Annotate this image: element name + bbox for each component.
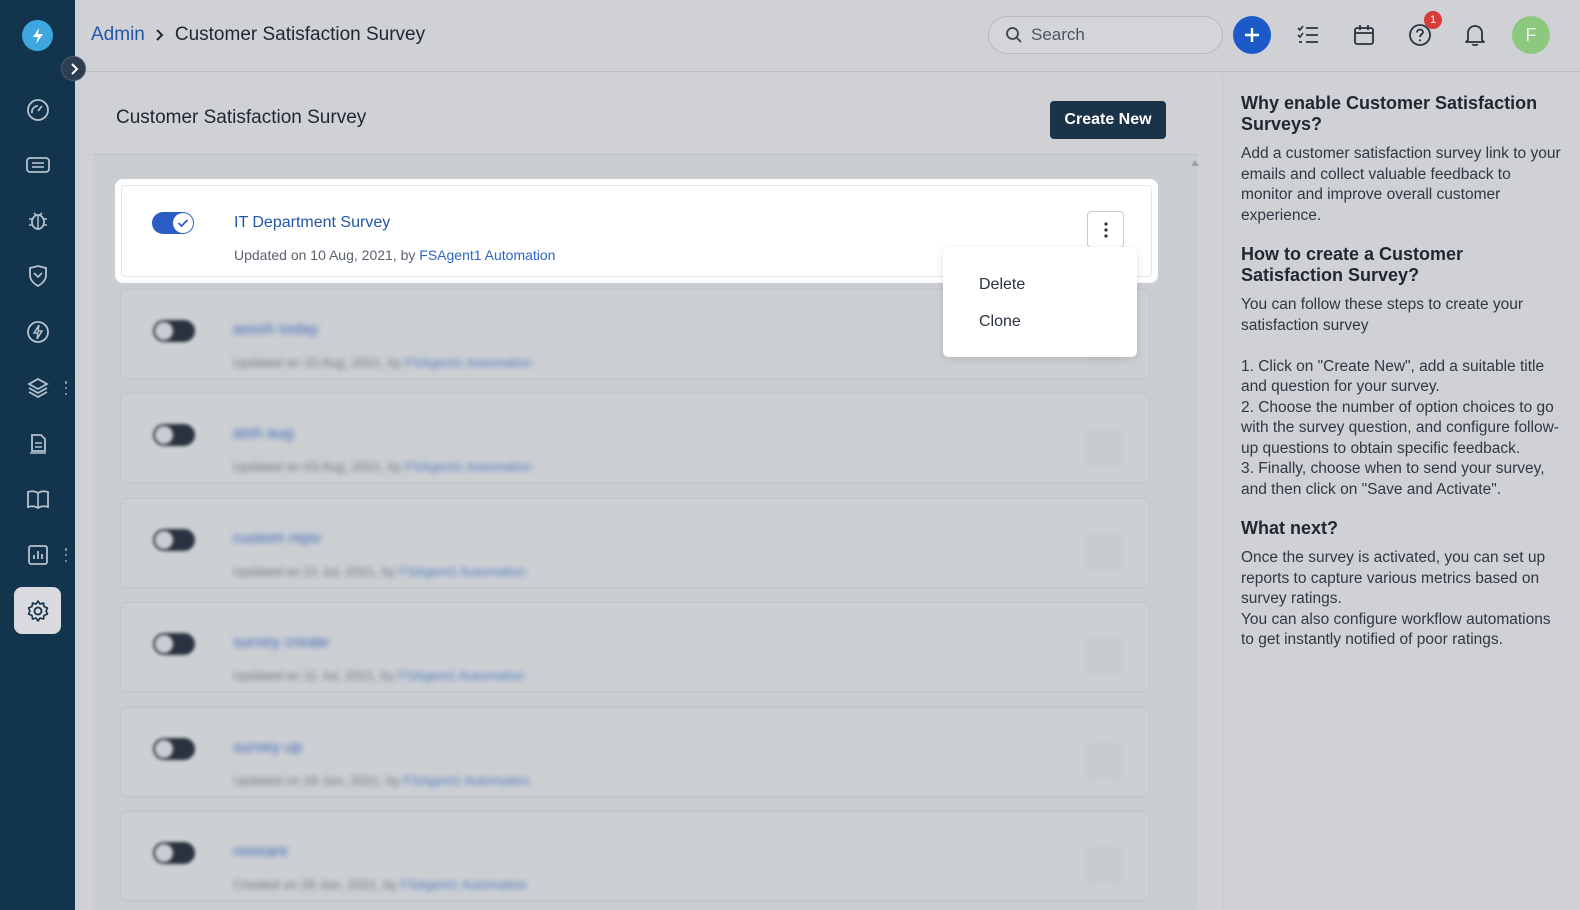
gear-icon <box>27 599 48 622</box>
survey-toggle[interactable] <box>153 633 195 655</box>
survey-enabled-toggle[interactable] <box>152 212 194 234</box>
help-panel: Why enable Customer Satisfaction Surveys… <box>1222 73 1580 910</box>
sidebar-item-assets[interactable] <box>14 364 61 411</box>
check-icon <box>177 219 189 228</box>
sidebar-item-analytics[interactable] <box>14 531 61 578</box>
survey-meta: Updated on 10 Aug, 2021, by FSAgent1 Aut… <box>233 355 532 370</box>
survey-row[interactable]: reeeare Created on 28 Jun, 2021, by FSAg… <box>120 811 1150 901</box>
survey-more-button[interactable] <box>1087 211 1124 248</box>
layers-icon <box>26 377 49 398</box>
dashboard-gauge-icon <box>26 98 49 121</box>
chevron-right-icon <box>70 62 78 75</box>
survey-toggle[interactable] <box>153 320 195 342</box>
bell-icon <box>1465 25 1485 47</box>
page-title: Customer Satisfaction Survey <box>116 107 367 128</box>
create-new-button[interactable]: Create New <box>1050 101 1166 139</box>
sidebar <box>0 0 86 910</box>
help-button[interactable]: 1 <box>1401 11 1442 54</box>
toggle-knob <box>173 213 193 233</box>
plus-icon <box>1245 28 1259 42</box>
calendar-icon <box>1354 25 1374 45</box>
bug-icon <box>28 211 47 230</box>
survey-more-button[interactable] <box>1086 429 1122 465</box>
survey-meta: Updated on 10 Aug, 2021, by FSAgent1 Aut… <box>234 247 556 263</box>
survey-title[interactable]: reeeare <box>233 843 288 861</box>
search-icon <box>1006 27 1022 43</box>
sidebar-item-admin[interactable] <box>14 587 61 634</box>
quick-create-button[interactable] <box>1233 16 1271 54</box>
menu-item-delete[interactable]: Delete <box>979 276 1025 294</box>
survey-title[interactable]: survey up <box>233 739 302 757</box>
survey-row[interactable]: survey create Updated on 11 Jul, 2021, b… <box>120 602 1150 692</box>
freshservice-logo-icon[interactable] <box>22 20 53 51</box>
scroll-up-arrow-icon[interactable] <box>1191 160 1199 166</box>
survey-actions-menu: Delete Clone <box>943 247 1137 357</box>
dropdown-list: Delete Clone <box>947 251 1133 353</box>
help-heading-why: Why enable Customer Satisfaction Surveys… <box>1241 93 1538 134</box>
main-header: Customer Satisfaction Survey Create New <box>93 85 1198 155</box>
chevron-right-icon <box>155 28 165 42</box>
sidebar-item-releases[interactable] <box>14 308 61 355</box>
survey-toggle[interactable] <box>153 842 195 864</box>
survey-more-button[interactable] <box>1086 743 1122 779</box>
sidebar-item-problems[interactable] <box>14 196 61 243</box>
help-text-why: Add a customer satisfaction survey link … <box>1241 145 1561 224</box>
survey-more-button[interactable] <box>1086 534 1122 570</box>
survey-title[interactable]: IT Department Survey <box>234 214 390 232</box>
top-header: Admin Customer Satisfaction Survey 1 F <box>75 0 1580 72</box>
survey-title[interactable]: custom repo <box>233 530 321 548</box>
survey-row[interactable]: custom repo Updated on 21 Jul, 2021, by … <box>120 498 1150 588</box>
survey-row[interactable]: aish aug Updated on 03 Aug, 2021, by FSA… <box>120 393 1150 483</box>
shield-icon <box>28 264 47 287</box>
book-icon <box>26 489 49 509</box>
survey-more-button[interactable] <box>1086 847 1122 883</box>
survey-agent-link[interactable]: FSAgent1 Automation <box>419 247 555 263</box>
help-heading-next: What next? <box>1241 518 1338 538</box>
survey-row[interactable]: survey up Updated on 29 Jun, 2021, by FS… <box>120 707 1150 797</box>
survey-title[interactable]: aish aug <box>233 425 294 443</box>
breadcrumb: Admin Customer Satisfaction Survey <box>91 24 425 46</box>
bar-chart-icon <box>27 544 48 565</box>
survey-title[interactable]: asssh today <box>233 321 318 339</box>
sidebar-analytics-more-icon[interactable] <box>63 548 69 562</box>
help-text-next: Once the survey is activated, you can se… <box>1241 549 1551 648</box>
survey-meta: Updated on 03 Aug, 2021, by FSAgent1 Aut… <box>233 459 532 474</box>
survey-toggle[interactable] <box>153 738 195 760</box>
help-notification-badge: 1 <box>1424 11 1442 29</box>
menu-item-clone[interactable]: Clone <box>979 313 1021 331</box>
lightning-icon <box>26 320 49 343</box>
sidebar-item-dashboard[interactable] <box>14 86 61 133</box>
survey-more-button[interactable] <box>1086 638 1122 674</box>
sidebar-item-tickets[interactable] <box>14 141 61 188</box>
survey-meta: Updated on 21 Jul, 2021, by FSAgent1 Aut… <box>233 564 526 579</box>
calendar-button[interactable] <box>1345 16 1383 54</box>
help-heading-how: How to create a Customer Satisfaction Su… <box>1241 244 1464 285</box>
sidebar-item-projects[interactable] <box>14 420 61 467</box>
todo-list-button[interactable] <box>1289 16 1327 54</box>
survey-toggle[interactable] <box>153 424 195 446</box>
ticket-icon <box>25 156 50 173</box>
survey-title[interactable]: survey create <box>233 634 329 652</box>
sidebar-item-solutions[interactable] <box>14 475 61 522</box>
kebab-menu-icon <box>1103 221 1108 238</box>
search-box[interactable] <box>988 16 1223 54</box>
help-text-how: You can follow these steps to create you… <box>1241 296 1559 498</box>
search-input[interactable] <box>1031 25 1201 45</box>
checklist-icon <box>1297 25 1318 43</box>
document-icon <box>29 433 46 454</box>
survey-meta: Created on 28 Jun, 2021, by FSAgent1 Aut… <box>233 877 528 892</box>
sidebar-expand-button[interactable] <box>61 56 86 81</box>
survey-toggle[interactable] <box>153 529 195 551</box>
user-avatar[interactable]: F <box>1512 16 1550 54</box>
sidebar-item-changes[interactable] <box>14 252 61 299</box>
survey-meta: Updated on 11 Jul, 2021, by FSAgent1 Aut… <box>233 668 525 683</box>
breadcrumb-admin-link[interactable]: Admin <box>91 24 145 46</box>
notifications-button[interactable] <box>1456 16 1494 54</box>
breadcrumb-current: Customer Satisfaction Survey <box>174 24 426 45</box>
sidebar-assets-more-icon[interactable] <box>63 381 69 395</box>
survey-meta: Updated on 29 Jun, 2021, by FSAgent1 Aut… <box>233 773 531 788</box>
